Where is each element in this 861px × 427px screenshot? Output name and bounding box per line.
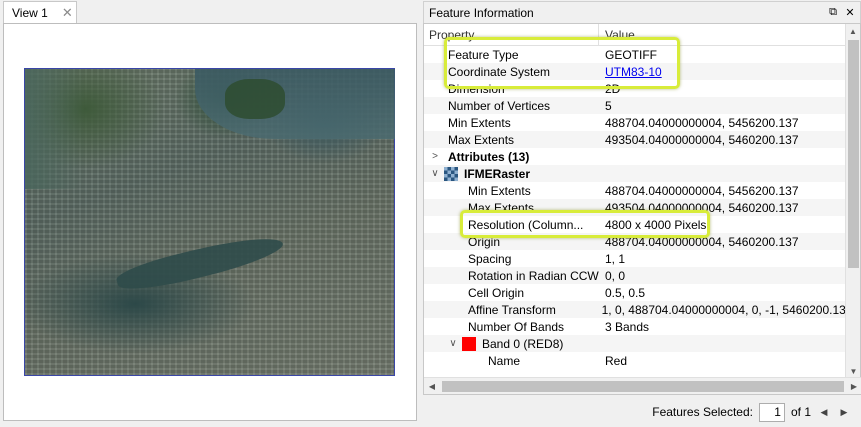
tab-label: View 1 bbox=[12, 5, 48, 20]
previous-icon[interactable]: ◀ bbox=[817, 407, 831, 418]
chevron-right-icon[interactable]: > bbox=[428, 151, 442, 162]
water-area bbox=[25, 69, 85, 189]
horizontal-scrollbar[interactable]: ◀ ▶ bbox=[424, 377, 861, 394]
column-header-property[interactable]: Property bbox=[424, 24, 599, 45]
property-label: Min Extents bbox=[468, 183, 531, 198]
table-row-ifmeraster[interactable]: ∨ IFMERaster bbox=[424, 165, 846, 182]
property-value: 5 bbox=[605, 98, 612, 113]
table-row[interactable]: Max Extents 493504.04000000004, 5460200.… bbox=[424, 199, 846, 216]
property-label: Dimension bbox=[448, 81, 505, 96]
scroll-thumb[interactable] bbox=[848, 40, 859, 268]
property-label: Max Extents bbox=[468, 200, 535, 215]
property-value: 493504.04000000004, 5460200.137 bbox=[605, 200, 799, 215]
table-row[interactable]: Coordinate System UTM83-10 bbox=[424, 63, 846, 80]
tab-view-1[interactable]: View 1 ✕ bbox=[3, 1, 77, 23]
attributes-group-label: Attributes (13) bbox=[448, 149, 530, 164]
next-icon[interactable]: ▶ bbox=[837, 407, 851, 418]
table-row[interactable]: Number of Vertices 5 bbox=[424, 97, 846, 114]
close-icon[interactable]: ✕ bbox=[62, 5, 73, 21]
vertical-scrollbar[interactable]: ▲ ▼ bbox=[845, 24, 860, 379]
property-value: 488704.04000000004, 5456200.137 bbox=[605, 183, 799, 198]
property-value: 2D bbox=[605, 81, 621, 96]
table-row[interactable]: Min Extents 488704.04000000004, 5456200.… bbox=[424, 114, 846, 131]
table-row-attributes[interactable]: > Attributes (13) bbox=[424, 148, 846, 165]
grid-header: Property Value bbox=[424, 24, 846, 46]
table-row[interactable]: Feature Type GEOTIFF bbox=[424, 46, 846, 63]
page-number-input[interactable] bbox=[758, 402, 785, 422]
table-row[interactable]: Name Red bbox=[424, 352, 846, 369]
property-value: 1, 0, 488704.04000000004, 0, -1, 5460200… bbox=[601, 302, 846, 317]
property-value: 488704.04000000004, 5456200.137 bbox=[605, 115, 799, 130]
property-value: 3 Bands bbox=[605, 319, 650, 334]
property-value: 0.5, 0.5 bbox=[605, 285, 646, 300]
table-row[interactable]: Max Extents 493504.04000000004, 5460200.… bbox=[424, 131, 846, 148]
table-row[interactable]: Min Extents 488704.04000000004, 5456200.… bbox=[424, 182, 846, 199]
table-row-band-0[interactable]: ∨ Band 0 (RED8) bbox=[424, 335, 846, 352]
table-row[interactable]: Cell Origin 0.5, 0.5 bbox=[424, 284, 846, 301]
property-label: Affine Transform bbox=[468, 302, 556, 317]
chevron-down-icon[interactable]: ∨ bbox=[446, 338, 460, 349]
scroll-left-icon[interactable]: ◀ bbox=[424, 382, 440, 391]
map-view[interactable] bbox=[3, 23, 417, 421]
property-label: Spacing bbox=[468, 251, 512, 266]
property-value: 488704.04000000004, 5460200.137 bbox=[605, 234, 799, 249]
property-label: Coordinate System bbox=[448, 64, 551, 79]
property-label: Min Extents bbox=[448, 115, 511, 130]
raster-group-label: IFMERaster bbox=[464, 166, 531, 181]
column-header-value[interactable]: Value bbox=[599, 28, 635, 42]
property-label: Origin bbox=[468, 234, 501, 249]
table-row[interactable]: Affine Transform 1, 0, 488704.0400000000… bbox=[424, 301, 846, 318]
property-label: Number Of Bands bbox=[468, 319, 565, 334]
features-selected-label: Features Selected: bbox=[652, 405, 753, 419]
property-label: Name bbox=[488, 353, 521, 368]
close-icon[interactable]: ✕ bbox=[843, 6, 857, 19]
property-label: Max Extents bbox=[448, 132, 515, 147]
property-value: Red bbox=[605, 353, 628, 368]
table-row[interactable]: Number Of Bands 3 Bands bbox=[424, 318, 846, 335]
property-value: 0, 0 bbox=[605, 268, 626, 283]
property-value: 4800 x 4000 Pixels bbox=[605, 217, 707, 232]
chevron-down-icon[interactable]: ∨ bbox=[428, 168, 442, 179]
band-label: Band 0 (RED8) bbox=[482, 336, 564, 351]
table-row[interactable]: Resolution (Column... 4800 x 4000 Pixels bbox=[424, 216, 846, 233]
selection-footer: Features Selected: of 1 ◀ ▶ bbox=[423, 398, 861, 426]
property-label: Cell Origin bbox=[468, 285, 525, 300]
property-label: Resolution (Column... bbox=[468, 217, 584, 232]
raster-image[interactable] bbox=[24, 68, 395, 376]
property-value: 493504.04000000004, 5460200.137 bbox=[605, 132, 799, 147]
feature-info-grid: Property Value Feature Type GEOTIFF Coor… bbox=[423, 23, 861, 395]
scroll-right-icon[interactable]: ▶ bbox=[846, 382, 861, 391]
coordinate-system-link[interactable]: UTM83-10 bbox=[599, 65, 662, 79]
table-row[interactable]: Dimension 2D bbox=[424, 80, 846, 97]
page-total-label: of 1 bbox=[790, 405, 811, 419]
band-color-swatch bbox=[462, 336, 476, 351]
property-value: GEOTIFF bbox=[605, 47, 657, 62]
park-area bbox=[225, 79, 285, 119]
property-rows: Feature Type GEOTIFF Coordinate System U… bbox=[424, 46, 846, 369]
panel-title: Feature Information bbox=[429, 5, 534, 20]
property-label: Rotation in Radian CCW bbox=[468, 268, 599, 283]
scroll-up-icon[interactable]: ▲ bbox=[846, 24, 860, 39]
panel-header: Feature Information ⧉ ✕ bbox=[423, 1, 861, 23]
property-label: Feature Type bbox=[448, 47, 519, 62]
property-value: 1, 1 bbox=[605, 251, 626, 266]
inlet-water bbox=[114, 228, 286, 298]
table-row[interactable]: Spacing 1, 1 bbox=[424, 250, 846, 267]
scroll-thumb[interactable] bbox=[442, 380, 844, 392]
table-row[interactable]: Rotation in Radian CCW 0, 0 bbox=[424, 267, 846, 284]
property-label: Number of Vertices bbox=[448, 98, 551, 113]
table-row[interactable]: Origin 488704.04000000004, 5460200.137 bbox=[424, 233, 846, 250]
raster-icon bbox=[444, 166, 458, 181]
restore-icon[interactable]: ⧉ bbox=[826, 6, 840, 19]
